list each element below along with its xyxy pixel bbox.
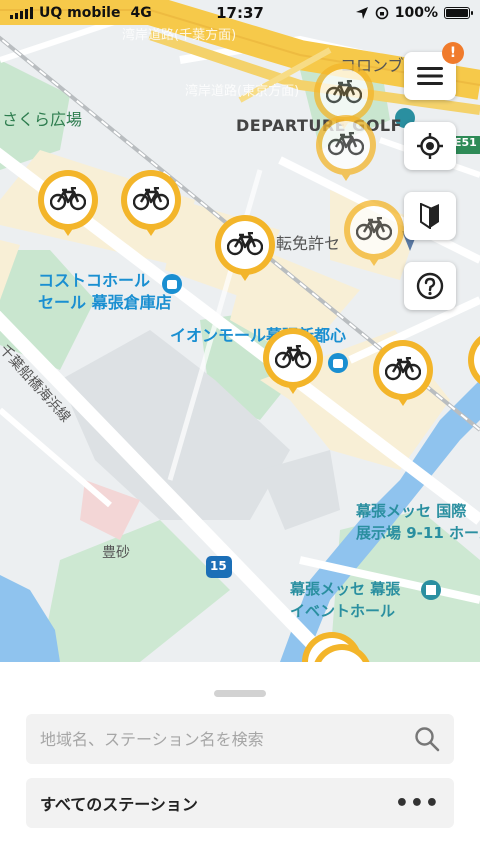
bicycle-icon xyxy=(133,187,169,211)
help-question-icon xyxy=(416,272,444,300)
map-label-sakura: さくら広場 xyxy=(2,110,83,129)
location-arrow-icon xyxy=(355,7,368,19)
battery-icon xyxy=(444,7,473,19)
station-pin[interactable] xyxy=(312,644,372,662)
bicycle-icon xyxy=(50,187,86,211)
bicycle-icon xyxy=(328,132,364,156)
search-input[interactable] xyxy=(40,729,414,749)
all-stations-label: すべてのステーション xyxy=(40,795,198,814)
bottom-sheet: すべてのステーション ••• xyxy=(0,662,480,854)
all-stations-selector[interactable]: すべてのステーション ••• xyxy=(26,778,454,828)
map-label-messe-hall: 幕張メッセ 国際 展示場 9-11 ホール xyxy=(356,502,480,542)
station-pin[interactable] xyxy=(373,340,433,410)
highway-label-top: 湾岸道路(千葉方面) xyxy=(122,28,237,43)
station-pin[interactable] xyxy=(316,115,376,185)
highway-label-mid: 湾岸道路(東京方面) xyxy=(185,84,300,99)
crosshair-location-icon xyxy=(417,133,443,159)
status-bar: UQ mobile 4G 17:37 100% xyxy=(0,0,480,26)
rotation-lock-icon xyxy=(375,6,389,20)
beginner-guide-button[interactable] xyxy=(404,192,456,240)
station-pin[interactable] xyxy=(344,200,404,270)
station-search-bar[interactable] xyxy=(26,714,454,764)
station-pin[interactable] xyxy=(215,215,275,285)
bicycle-icon xyxy=(356,217,392,241)
map-label-toyosuna: 豊砂 xyxy=(102,545,130,561)
menu-button[interactable]: ! xyxy=(404,42,464,100)
station-pin[interactable] xyxy=(263,328,323,398)
signal-icon xyxy=(10,7,33,19)
search-icon[interactable] xyxy=(414,726,440,752)
station-pin[interactable] xyxy=(121,170,181,240)
carrier-name: UQ mobile xyxy=(39,5,121,21)
bicycle-icon xyxy=(275,345,311,369)
beginner-mark-icon xyxy=(420,203,439,229)
bicycle-icon xyxy=(385,357,421,381)
map-view[interactable]: 湾岸道路(千葉方面) 湾岸道路(東京方面) コロンブ さくら広場 DEPARTU… xyxy=(0,0,480,662)
current-location-button[interactable] xyxy=(404,122,456,170)
route-15-label: 15 xyxy=(210,559,227,573)
help-button[interactable] xyxy=(404,262,456,310)
map-label-unten: 転免許セ xyxy=(276,234,341,253)
network-type: 4G xyxy=(130,5,152,21)
map-label-costco: コストコホール セール 幕張倉庫店 xyxy=(38,271,172,312)
station-pin[interactable] xyxy=(468,330,480,400)
battery-percent: 100% xyxy=(394,5,438,21)
hamburger-menu-icon xyxy=(417,67,443,85)
station-pin[interactable] xyxy=(38,170,98,240)
bicycle-icon xyxy=(326,80,362,104)
notification-badge: ! xyxy=(442,42,464,64)
more-options-icon[interactable]: ••• xyxy=(395,791,440,816)
route-e51-label: E51 xyxy=(454,136,477,149)
bicycle-icon xyxy=(227,232,263,256)
sheet-grabber[interactable] xyxy=(214,690,266,697)
map-label-messe-event: 幕張メッセ 幕張 イベントホール xyxy=(290,580,401,620)
